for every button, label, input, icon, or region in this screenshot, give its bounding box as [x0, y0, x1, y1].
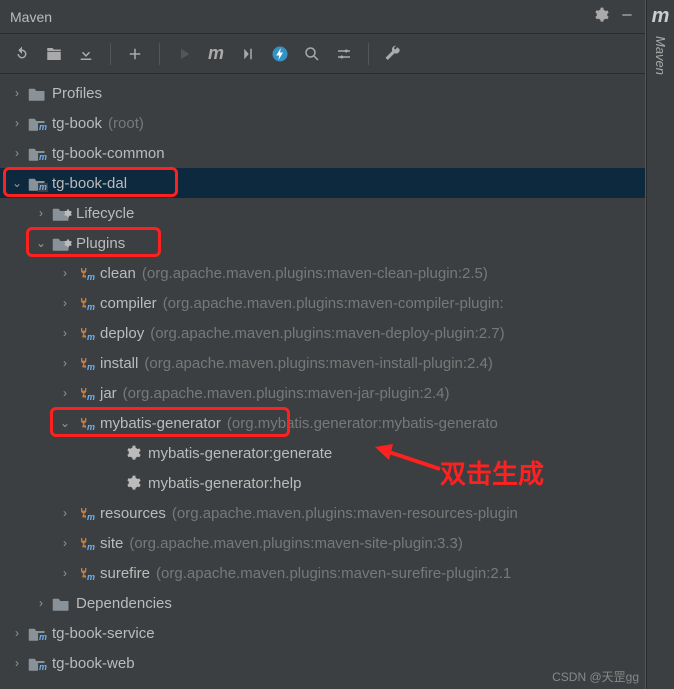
offline-mode-icon[interactable] — [266, 40, 294, 68]
chevron-right-icon: › — [56, 266, 74, 280]
panel-title-bar: Maven — [0, 0, 645, 34]
tree-goal-generate[interactable]: › mybatis-generator:generate — [0, 438, 645, 468]
tree-node-tg-book-dal[interactable]: ⌄ m tg-book-dal — [0, 168, 645, 198]
side-tab-maven[interactable]: m Maven — [646, 0, 674, 689]
chevron-right-icon: › — [8, 146, 26, 160]
annotation-text: 双击生成 — [440, 454, 544, 491]
tree-node-plugin-resources[interactable]: › m resources (org.apache.maven.plugins:… — [0, 498, 645, 528]
chevron-right-icon: › — [32, 596, 50, 610]
watermark: CSDN @天罡gg — [552, 668, 639, 685]
find-icon[interactable] — [298, 40, 326, 68]
tree-node-profiles[interactable]: › Profiles — [0, 78, 645, 108]
tree-node-tg-book-common[interactable]: › m tg-book-common — [0, 138, 645, 168]
expand-collapse-icon[interactable] — [330, 40, 358, 68]
gear-icon — [122, 445, 144, 461]
tree-node-dependencies[interactable]: › Dependencies — [0, 588, 645, 618]
chevron-right-icon: › — [8, 116, 26, 130]
chevron-right-icon: › — [32, 206, 50, 220]
panel-title: Maven — [10, 9, 52, 25]
download-sources-icon[interactable] — [72, 40, 100, 68]
chevron-down-icon: ⌄ — [32, 236, 50, 250]
annotation-arrow-icon — [375, 444, 445, 474]
tree-node-plugin-mybatis-generator[interactable]: ⌄ m mybatis-generator (org.mybatis.gener… — [0, 408, 645, 438]
side-tab-label: Maven — [653, 36, 668, 75]
tree-node-tg-book-service[interactable]: › m tg-book-service — [0, 618, 645, 648]
maven-settings-icon[interactable] — [379, 40, 407, 68]
chevron-right-icon: › — [8, 86, 26, 100]
tree-node-plugin-site[interactable]: › m site (org.apache.maven.plugins:maven… — [0, 528, 645, 558]
chevron-right-icon: › — [8, 626, 26, 640]
chevron-right-icon: › — [56, 296, 74, 310]
chevron-down-icon: ⌄ — [56, 416, 74, 430]
toggle-skip-icon[interactable] — [234, 40, 262, 68]
chevron-right-icon: › — [8, 656, 26, 670]
reload-icon[interactable] — [8, 40, 36, 68]
chevron-down-icon: ⌄ — [8, 176, 26, 190]
chevron-right-icon: › — [56, 386, 74, 400]
generate-sources-icon[interactable] — [40, 40, 68, 68]
tree-node-plugins[interactable]: ⌄ Plugins — [0, 228, 645, 258]
tree-node-tg-book[interactable]: › m tg-book (root) — [0, 108, 645, 138]
tree-node-plugin-install[interactable]: › m install (org.apache.maven.plugins:ma… — [0, 348, 645, 378]
tree-node-plugin-deploy[interactable]: › m deploy (org.apache.maven.plugins:mav… — [0, 318, 645, 348]
toolbar: m — [0, 34, 645, 74]
run-icon[interactable] — [170, 40, 198, 68]
settings-icon[interactable] — [593, 7, 609, 27]
tree-goal-help[interactable]: › mybatis-generator:help — [0, 468, 645, 498]
tree-node-lifecycle[interactable]: › Lifecycle — [0, 198, 645, 228]
tree-node-plugin-compiler[interactable]: › m compiler (org.apache.maven.plugins:m… — [0, 288, 645, 318]
chevron-right-icon: › — [56, 566, 74, 580]
gear-icon — [122, 475, 144, 491]
maven-m-icon: m — [652, 5, 670, 28]
tree-node-plugin-clean[interactable]: › m clean (org.apache.maven.plugins:mave… — [0, 258, 645, 288]
chevron-right-icon: › — [56, 506, 74, 520]
tree-node-plugin-surefire[interactable]: › m surefire (org.apache.maven.plugins:m… — [0, 558, 645, 588]
add-project-icon[interactable] — [121, 40, 149, 68]
tree-node-tg-book-web[interactable]: › m tg-book-web — [0, 648, 645, 678]
maven-tree: › Profiles › m tg-book (root) › m tg-boo… — [0, 74, 645, 689]
minimize-icon[interactable] — [619, 7, 635, 27]
chevron-right-icon: › — [56, 326, 74, 340]
tree-node-plugin-jar[interactable]: › m jar (org.apache.maven.plugins:maven-… — [0, 378, 645, 408]
chevron-right-icon: › — [56, 536, 74, 550]
chevron-right-icon: › — [56, 356, 74, 370]
execute-goal-icon[interactable]: m — [202, 40, 230, 68]
